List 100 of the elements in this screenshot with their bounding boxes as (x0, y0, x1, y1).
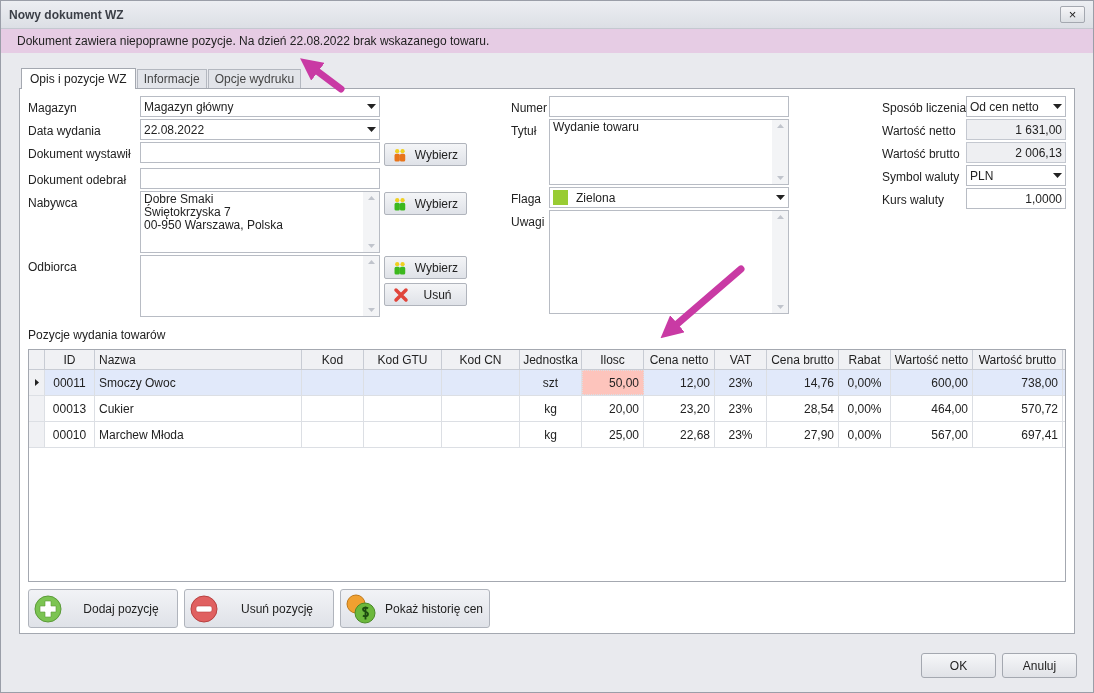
memo-line: Wydanie towaru (553, 121, 640, 134)
window-title: Nowy dokument WZ (9, 6, 124, 24)
error-message: Dokument zawiera niepoprawne pozycje. Na dzień 22.08.2022 brak wskazanego towaru. (1, 29, 1093, 53)
table-cell: 00013 (45, 396, 95, 421)
column-header[interactable]: Kod GTU (364, 350, 442, 369)
column-header[interactable]: Cena netto (644, 350, 715, 369)
field-label: Sposób liczenia (882, 100, 966, 117)
field-label: Numer (511, 100, 548, 117)
table-cell: 20,00 (582, 396, 644, 421)
table-cell: 0,00% (839, 422, 891, 447)
table-cell: 12,00 (644, 370, 715, 395)
memo-field[interactable] (140, 255, 380, 317)
plus-icon (34, 594, 62, 623)
dropdown-field[interactable]: Od cen netto (966, 96, 1066, 117)
table-cell: 22,68 (644, 422, 715, 447)
memo-field[interactable]: Dobre Smaki Świętokrzyska 7 00-950 Warszawa, Polska (140, 191, 380, 253)
table-cell: 0,00% (839, 370, 891, 395)
column-header[interactable]: Wartość brutto (973, 350, 1063, 369)
select-button[interactable]: Usuń (384, 283, 467, 306)
input-field[interactable] (140, 168, 380, 189)
table-cell: 23% (715, 422, 767, 447)
readonly-field: 2 006,13 (966, 142, 1066, 163)
field-label: Dokument odebrał (28, 172, 128, 189)
coins-icon (346, 593, 376, 624)
number-field[interactable]: 1,0000 (966, 188, 1066, 209)
select-button[interactable]: Wybierz (384, 192, 467, 215)
table-cell: 00010 (45, 422, 95, 447)
caret-icon (776, 195, 785, 200)
table-cell: 738,00 (973, 370, 1063, 395)
column-header[interactable]: Ilosc (582, 350, 644, 369)
column-header[interactable]: Kod CN (442, 350, 520, 369)
scroll-up-icon[interactable] (367, 260, 375, 264)
table-cell: 23,20 (644, 396, 715, 421)
memo-line: 00-950 Warszawa, Polska (144, 219, 284, 232)
scroll-down-icon[interactable] (776, 176, 784, 180)
field-label: Odbiorca (28, 259, 78, 276)
input-field[interactable] (140, 142, 380, 163)
dropdown-field[interactable]: Magazyn główny (140, 96, 380, 117)
memo-field[interactable]: Wydanie towaru (549, 119, 789, 185)
caret-icon (367, 127, 376, 132)
field-label: Dokument wystawił (28, 146, 132, 163)
field-label: Symbol waluty (882, 169, 961, 186)
column-header[interactable]: Cena brutto (767, 350, 839, 369)
action-button[interactable]: Usuń pozycję (184, 589, 334, 628)
readonly-field: 1 631,00 (966, 119, 1066, 140)
select-button[interactable]: Wybierz (384, 143, 467, 166)
tab[interactable]: Opis i pozycje WZ (21, 68, 136, 89)
table-cell: kg (520, 422, 582, 447)
field-label: Wartość brutto (882, 146, 961, 163)
table-cell: 697,41 (973, 422, 1063, 447)
table-cell: 50,00 (582, 370, 644, 395)
dropdown-field[interactable]: Zielona (549, 187, 789, 208)
action-button[interactable]: Dodaj pozycję (28, 589, 178, 628)
row-indicator[interactable] (29, 370, 45, 395)
column-header[interactable]: Nazwa (95, 350, 302, 369)
input-field[interactable] (549, 96, 789, 117)
table-cell: 00011 (45, 370, 95, 395)
memo-line: Świętokrzyska 7 (144, 206, 232, 219)
table-cell: Smoczy Owoc (95, 370, 302, 395)
scroll-up-icon[interactable] (776, 215, 784, 219)
scroll-down-icon[interactable] (776, 305, 784, 309)
dropdown-field[interactable]: 22.08.2022 (140, 119, 380, 140)
memo-field[interactable] (549, 210, 789, 314)
field-label: Data wydania (28, 123, 102, 140)
column-header[interactable]: Rabat (839, 350, 891, 369)
grid-row[interactable]: 00010 Marchew Młoda kg 25,00 22,68 23% 27,90 0,00% 567,00 697,41 (29, 422, 1065, 448)
column-header[interactable]: Wartość netto (891, 350, 973, 369)
table-cell: 14,76 (767, 370, 839, 395)
table-cell: Marchew Młoda (95, 422, 302, 447)
select-button[interactable]: Wybierz (384, 256, 467, 279)
scroll-up-icon[interactable] (776, 124, 784, 128)
caret-icon (1053, 104, 1062, 109)
column-header[interactable]: VAT (715, 350, 767, 369)
scroll-up-icon[interactable] (367, 196, 375, 200)
table-cell: 28,54 (767, 396, 839, 421)
grid-row[interactable]: 00013 Cukier kg 20,00 23,20 23% 28,54 0,00% 464,00 570,72 (29, 396, 1065, 422)
section-title: Pozycje wydania towarów (28, 327, 166, 344)
field-label: Kurs waluty (882, 192, 946, 209)
field-label: Nabywca (28, 195, 79, 212)
scroll-down-icon[interactable] (367, 308, 375, 312)
action-button[interactable]: Pokaż historię cen (340, 589, 490, 628)
table-cell: 600,00 (891, 370, 973, 395)
column-header[interactable]: Kod (302, 350, 364, 369)
tab[interactable]: Opcje wydruku (207, 69, 302, 88)
table-cell: 570,72 (973, 396, 1063, 421)
field-label: Tytuł (511, 123, 538, 140)
table-cell: 567,00 (891, 422, 973, 447)
table-cell: 0,00% (839, 396, 891, 421)
dialog-button[interactable]: OK (921, 653, 996, 678)
table-cell: 23% (715, 396, 767, 421)
column-header[interactable]: ID (45, 350, 95, 369)
tab[interactable]: Informacje (136, 69, 207, 88)
dialog-button[interactable]: Anuluj (1002, 653, 1077, 678)
grid-row[interactable]: 00011 Smoczy Owoc szt 50,00 12,00 23% 14,76 0,00% 600,00 738,00 (29, 370, 1065, 396)
row-pointer-icon (34, 379, 39, 386)
close-button[interactable]: × (1060, 6, 1085, 23)
caret-icon (367, 104, 376, 109)
column-header[interactable]: Jednostka (520, 350, 582, 369)
scroll-down-icon[interactable] (367, 244, 375, 248)
dropdown-field[interactable]: PLN (966, 165, 1066, 186)
